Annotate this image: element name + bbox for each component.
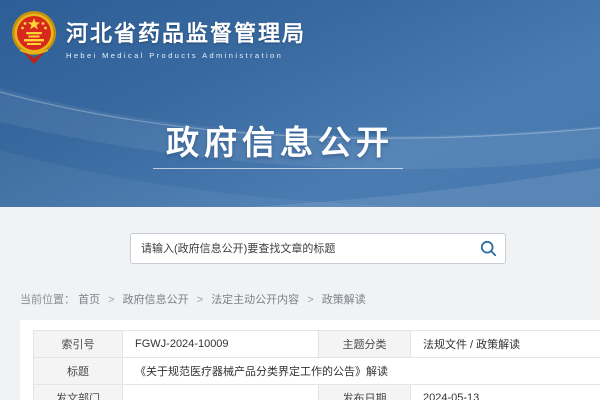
breadcrumb-separator: >	[307, 294, 313, 306]
breadcrumb-separator: >	[197, 294, 203, 306]
title-value: 《关于规范医疗器械产品分类界定工作的公告》解读	[123, 358, 600, 385]
hero-banner: 河北省药品监督管理局 Hebei Medical Products Admini…	[0, 0, 600, 207]
publish-date-label: 发布日期	[319, 385, 411, 400]
title-underline	[153, 168, 403, 169]
table-row: 索引号 FGWJ-2024-10009 主题分类 法规文件 / 政策解读	[34, 331, 600, 358]
site-logo[interactable]: 河北省药品监督管理局 Hebei Medical Products Admini…	[10, 8, 306, 64]
index-number-label: 索引号	[34, 331, 123, 358]
issuing-department-label: 发文部门	[34, 385, 123, 400]
breadcrumb-prefix: 当前位置：	[20, 294, 75, 306]
document-info-card: 索引号 FGWJ-2024-10009 主题分类 法规文件 / 政策解读 标题 …	[20, 320, 600, 400]
national-emblem-icon	[10, 8, 58, 64]
org-name-cn: 河北省药品监督管理局	[66, 16, 306, 48]
table-row: 发文部门 发布日期 2024-05-13	[34, 385, 600, 400]
document-info-table: 索引号 FGWJ-2024-10009 主题分类 法规文件 / 政策解读 标题 …	[33, 330, 600, 400]
publish-date-value: 2024-05-13	[411, 385, 600, 400]
title-label: 标题	[34, 358, 123, 385]
breadcrumb-separator: >	[108, 294, 114, 306]
subject-category-value: 法规文件 / 政策解读	[411, 331, 600, 358]
search-bar	[130, 233, 506, 264]
org-name-block: 河北省药品监督管理局 Hebei Medical Products Admini…	[66, 12, 306, 60]
breadcrumb-item-statutory-disclosure[interactable]: 法定主动公开内容	[211, 294, 299, 306]
search-button[interactable]	[471, 234, 505, 263]
search-icon	[480, 240, 497, 257]
page-title: 政府信息公开	[0, 116, 560, 164]
issuing-department-value	[123, 385, 319, 400]
breadcrumb-item-home[interactable]: 首页	[78, 294, 100, 306]
org-name-en: Hebei Medical Products Administration	[66, 51, 306, 60]
breadcrumb-item-info-disclosure[interactable]: 政府信息公开	[123, 294, 189, 306]
breadcrumb-item-policy-interpretation[interactable]: 政策解读	[322, 294, 366, 306]
subject-category-label: 主题分类	[319, 331, 411, 358]
search-input[interactable]	[131, 234, 471, 263]
table-row: 标题 《关于规范医疗器械产品分类界定工作的公告》解读	[34, 358, 600, 385]
breadcrumb: 当前位置： 首页 > 政府信息公开 > 法定主动公开内容 > 政策解读	[20, 291, 366, 307]
index-number-value: FGWJ-2024-10009	[123, 331, 319, 358]
